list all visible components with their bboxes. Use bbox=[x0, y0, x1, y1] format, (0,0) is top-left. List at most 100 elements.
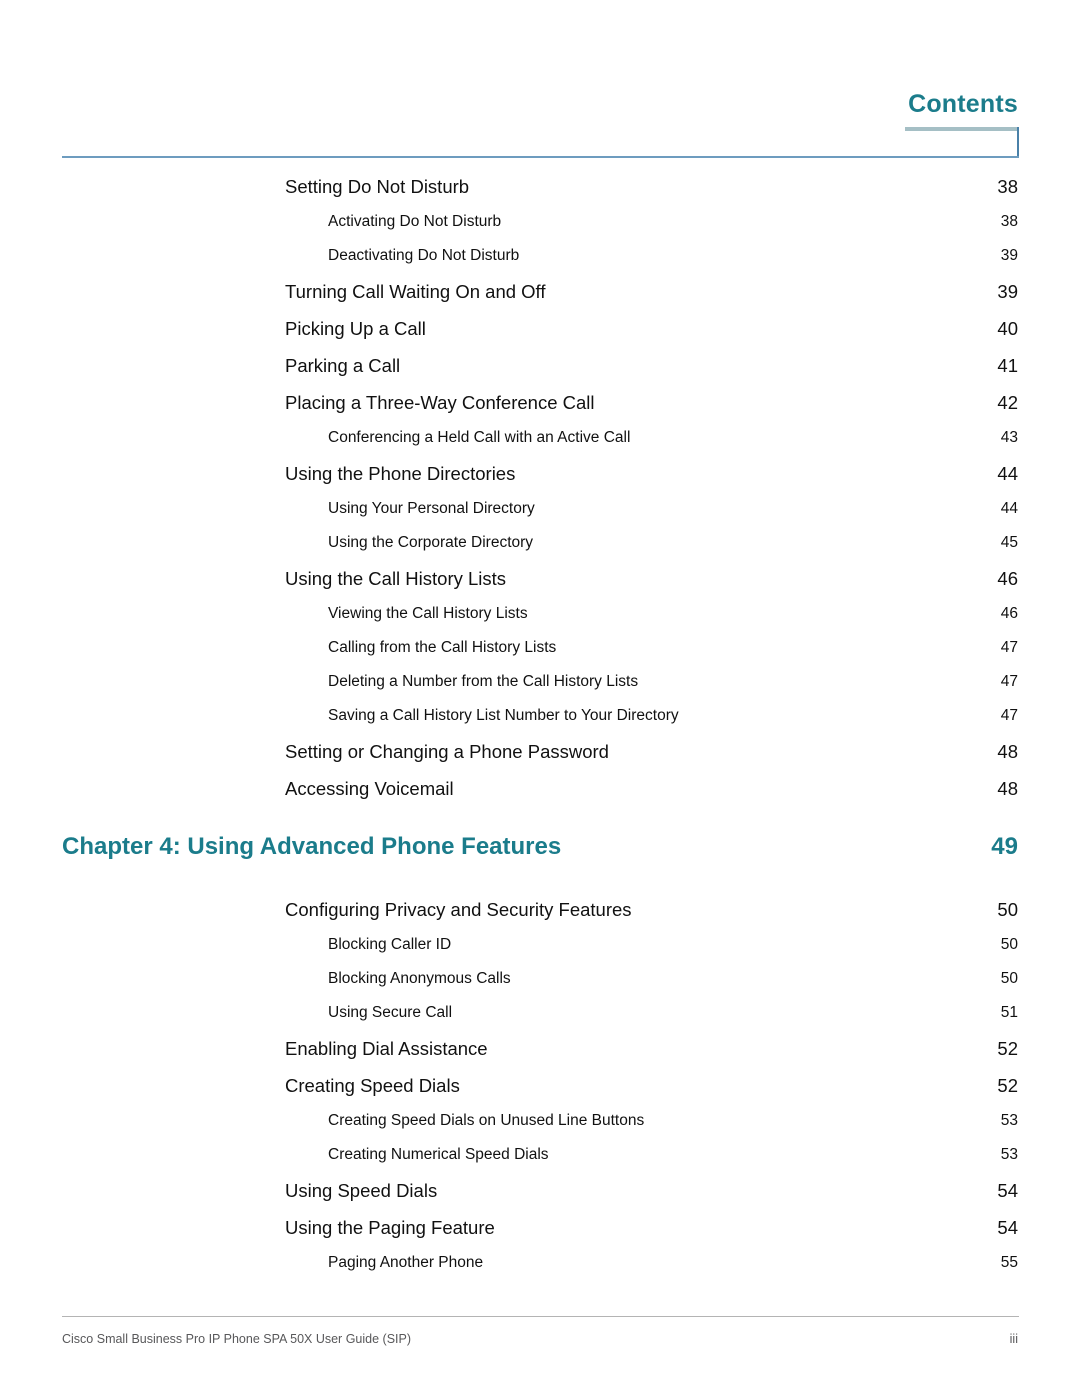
toc-entry-label: Setting or Changing a Phone Password bbox=[285, 741, 609, 762]
table-of-contents: Setting Do Not Disturb 38 Activating Do No… bbox=[0, 176, 1080, 1288]
toc-entry-label: Saving a Call History List Number to You… bbox=[328, 707, 679, 724]
toc-entry-page-number: 55 bbox=[1000, 1254, 1018, 1271]
footer-bar: Cisco Small Business Pro IP Phone SPA 50… bbox=[62, 1332, 1018, 1346]
toc-entry-label: Parking a Call bbox=[285, 355, 401, 376]
toc-entry-label: Creating Numerical Speed Dials bbox=[328, 1146, 549, 1163]
toc-entry-label: Using the Call History Lists bbox=[285, 568, 507, 589]
toc-entry-row[interactable]: Blocking Caller ID 50 bbox=[0, 936, 1080, 970]
toc-entry-row[interactable]: Creating Speed Dials on Unused Line Butt… bbox=[0, 1112, 1080, 1146]
toc-entry-page-number: 47 bbox=[1000, 673, 1018, 690]
toc-entry-row[interactable]: Using the Phone Directories 44 bbox=[0, 463, 1080, 500]
toc-entry-label: Chapter 4: Using Advanced Phone Features bbox=[62, 833, 562, 860]
toc-entry-label: Blocking Caller ID bbox=[328, 936, 452, 953]
toc-entry-row[interactable]: Placing a Three-Way Conference Call 42 bbox=[0, 392, 1080, 429]
toc-entry-row[interactable]: Parking a Call 41 bbox=[0, 355, 1080, 392]
toc-entry-page-number: 50 bbox=[997, 899, 1018, 920]
toc-entry-page-number: 52 bbox=[997, 1038, 1018, 1059]
toc-entry-label: Viewing the Call History Lists bbox=[328, 605, 528, 622]
toc-entry-label: Using Secure Call bbox=[328, 1004, 453, 1021]
toc-entry-row[interactable]: Using Secure Call 51 bbox=[0, 1004, 1080, 1038]
toc-entry-row[interactable]: Conferencing a Held Call with an Active … bbox=[0, 429, 1080, 463]
toc-entry-row[interactable]: Using the Corporate Directory 45 bbox=[0, 534, 1080, 568]
header-title-underline bbox=[905, 127, 1019, 131]
toc-entry-row[interactable]: Activating Do Not Disturb 38 bbox=[0, 213, 1080, 247]
toc-chapter-row[interactable]: Chapter 4: Using Advanced Phone Features… bbox=[0, 833, 1080, 899]
toc-entry-page-number: 53 bbox=[1000, 1146, 1018, 1163]
toc-entry-label: Using Speed Dials bbox=[285, 1180, 438, 1201]
toc-entry-page-number: 38 bbox=[997, 176, 1018, 197]
toc-entry-label: Placing a Three-Way Conference Call bbox=[285, 392, 595, 413]
toc-entry-page-number: 39 bbox=[1000, 247, 1018, 264]
toc-entry-page-number: 44 bbox=[997, 463, 1018, 484]
toc-entry-label: Activating Do Not Disturb bbox=[328, 213, 502, 230]
toc-entry-label: Conferencing a Held Call with an Active … bbox=[328, 429, 631, 446]
toc-entry-page-number: 46 bbox=[997, 568, 1018, 589]
toc-entry-page-number: 44 bbox=[1000, 500, 1018, 517]
toc-entry-page-number: 50 bbox=[1000, 936, 1018, 953]
toc-entry-row[interactable]: Using Speed Dials 54 bbox=[0, 1180, 1080, 1217]
toc-entry-label: Using Your Personal Directory bbox=[328, 500, 535, 517]
header-vertical-rule bbox=[1017, 127, 1019, 158]
toc-entry-label: Deactivating Do Not Disturb bbox=[328, 247, 520, 264]
toc-entry-label: Configuring Privacy and Security Feature… bbox=[285, 899, 632, 920]
toc-entry-row[interactable]: Configuring Privacy and Security Feature… bbox=[0, 899, 1080, 936]
toc-entry-label: Turning Call Waiting On and Off bbox=[285, 281, 546, 302]
toc-entry-row[interactable]: Saving a Call History List Number to You… bbox=[0, 707, 1080, 741]
toc-entry-page-number: 41 bbox=[997, 355, 1018, 376]
toc-entry-row[interactable]: Deactivating Do Not Disturb 39 bbox=[0, 247, 1080, 281]
toc-entry-page-number: 47 bbox=[1000, 639, 1018, 656]
toc-entry-label: Enabling Dial Assistance bbox=[285, 1038, 488, 1059]
toc-entry-page-number: 54 bbox=[997, 1180, 1018, 1201]
toc-entry-row[interactable]: Using Your Personal Directory 44 bbox=[0, 500, 1080, 534]
toc-entry-label: Using the Corporate Directory bbox=[328, 534, 534, 551]
toc-entry-row[interactable]: Deleting a Number from the Call History … bbox=[0, 673, 1080, 707]
toc-entry-row[interactable]: Creating Speed Dials 52 bbox=[0, 1075, 1080, 1112]
toc-entry-label: Using the Paging Feature bbox=[285, 1217, 495, 1238]
toc-entry-row[interactable]: Calling from the Call History Lists 47 bbox=[0, 639, 1080, 673]
toc-entry-page-number: 43 bbox=[1000, 429, 1018, 446]
toc-entry-row[interactable]: Picking Up a Call 40 bbox=[0, 318, 1080, 355]
document-page: Contents Setting Do Not Disturb 38 Activat… bbox=[0, 0, 1080, 1397]
toc-entry-page-number: 48 bbox=[997, 778, 1018, 799]
footer-document-title: Cisco Small Business Pro IP Phone SPA 50… bbox=[62, 1332, 411, 1346]
toc-entry-row[interactable]: Using the Call History Lists 46 bbox=[0, 568, 1080, 605]
toc-entry-page-number: 42 bbox=[997, 392, 1018, 413]
toc-entry-row[interactable]: Creating Numerical Speed Dials 53 bbox=[0, 1146, 1080, 1180]
header-divider bbox=[62, 156, 1019, 158]
footer-page-number: iii bbox=[1009, 1332, 1018, 1346]
toc-entry-label: Setting Do Not Disturb bbox=[285, 176, 470, 197]
toc-entry-page-number: 51 bbox=[1000, 1004, 1018, 1021]
toc-entry-page-number: 38 bbox=[1000, 213, 1018, 230]
toc-entry-label: Deleting a Number from the Call History … bbox=[328, 673, 639, 690]
toc-entry-row[interactable]: Viewing the Call History Lists 46 bbox=[0, 605, 1080, 639]
toc-entry-page-number: 50 bbox=[1000, 970, 1018, 987]
toc-entry-row[interactable]: Setting Do Not Disturb 38 bbox=[0, 176, 1080, 213]
toc-entry-page-number: 54 bbox=[997, 1217, 1018, 1238]
toc-entry-row[interactable]: Setting or Changing a Phone Password 48 bbox=[0, 741, 1080, 778]
toc-entry-row[interactable]: Blocking Anonymous Calls 50 bbox=[0, 970, 1080, 1004]
toc-entry-page-number: 46 bbox=[1000, 605, 1018, 622]
toc-entry-label: Paging Another Phone bbox=[328, 1254, 484, 1271]
toc-entry-row[interactable]: Turning Call Waiting On and Off 39 bbox=[0, 281, 1080, 318]
toc-entry-label: Blocking Anonymous Calls bbox=[328, 970, 511, 987]
toc-entry-page-number: 47 bbox=[1000, 707, 1018, 724]
toc-entry-row[interactable]: Paging Another Phone 55 bbox=[0, 1254, 1080, 1288]
toc-entry-row[interactable]: Accessing Voicemail 48 bbox=[0, 778, 1080, 815]
toc-entry-label: Accessing Voicemail bbox=[285, 778, 454, 799]
toc-entry-page-number: 53 bbox=[1000, 1112, 1018, 1129]
toc-entry-page-number: 45 bbox=[1000, 534, 1018, 551]
toc-entry-label: Calling from the Call History Lists bbox=[328, 639, 557, 656]
page-footer: Cisco Small Business Pro IP Phone SPA 50… bbox=[0, 1287, 1080, 1397]
footer-divider bbox=[62, 1316, 1019, 1317]
toc-entry-page-number: 49 bbox=[991, 833, 1018, 860]
toc-entry-label: Creating Speed Dials bbox=[285, 1075, 460, 1096]
toc-entry-row[interactable]: Using the Paging Feature 54 bbox=[0, 1217, 1080, 1254]
toc-entry-page-number: 40 bbox=[997, 318, 1018, 339]
toc-entry-page-number: 52 bbox=[997, 1075, 1018, 1096]
toc-entry-row[interactable]: Enabling Dial Assistance 52 bbox=[0, 1038, 1080, 1075]
toc-entry-label: Creating Speed Dials on Unused Line Butt… bbox=[328, 1112, 645, 1129]
toc-entry-page-number: 39 bbox=[997, 281, 1018, 302]
page-header: Contents bbox=[0, 0, 1080, 170]
toc-entry-label: Picking Up a Call bbox=[285, 318, 426, 339]
toc-entry-label: Using the Phone Directories bbox=[285, 463, 516, 484]
